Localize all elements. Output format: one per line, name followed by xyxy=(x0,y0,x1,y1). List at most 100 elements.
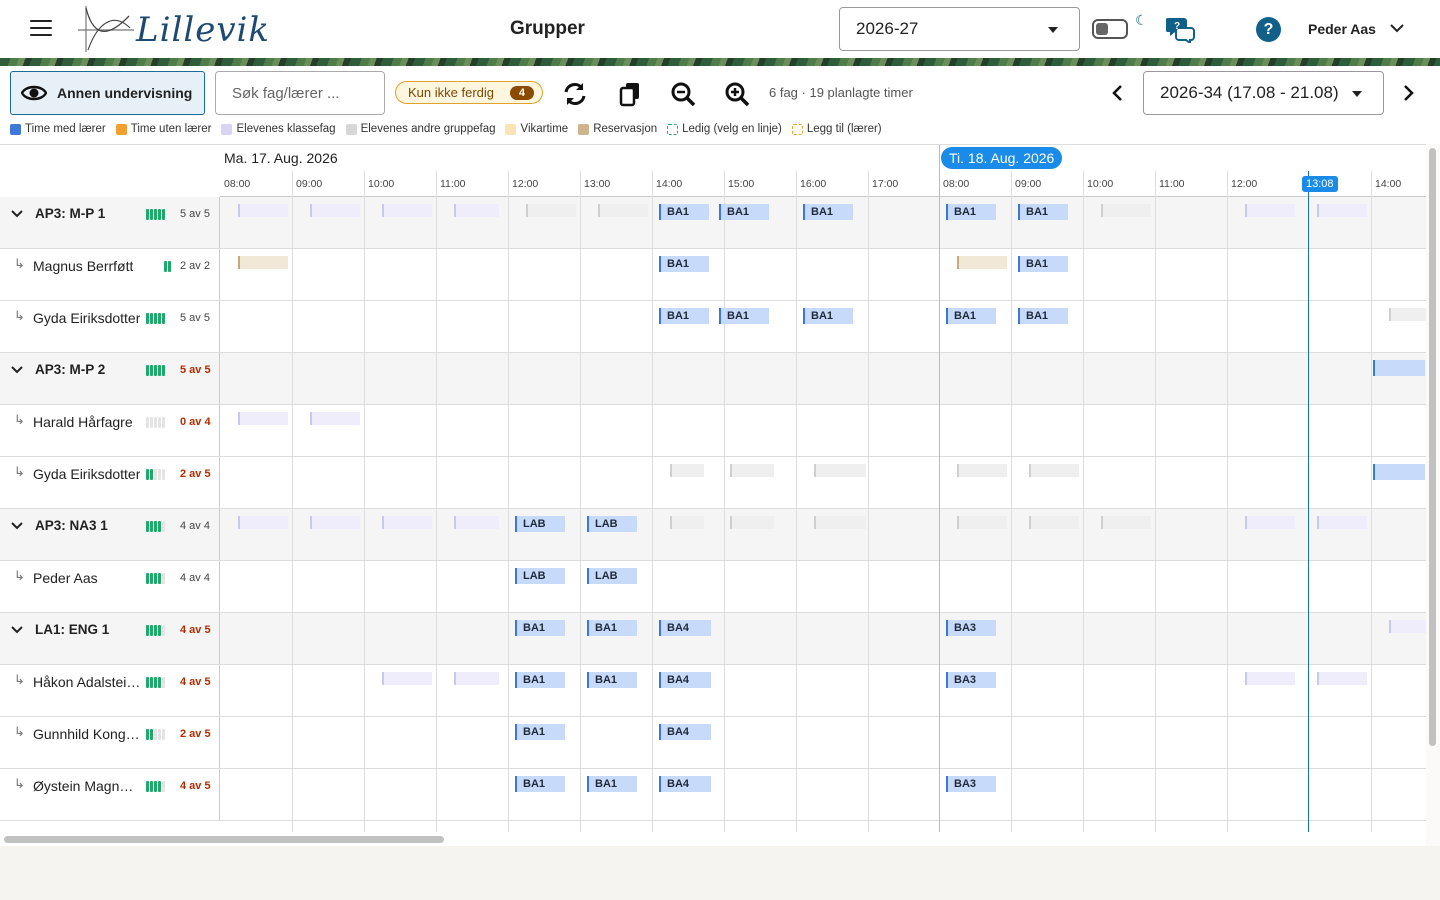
horizontal-scrollbar[interactable] xyxy=(4,836,444,843)
available-slot[interactable] xyxy=(238,412,288,425)
chevron-down-icon[interactable] xyxy=(11,208,23,220)
student-row[interactable]: ↳ Peder Aas 4 av 4 xyxy=(0,561,1426,613)
chevron-down-icon[interactable] xyxy=(11,520,23,532)
group-row[interactable]: AP3: M-P 1 5 av 5 xyxy=(0,197,1426,249)
chat-icon[interactable]: ? xyxy=(1166,15,1196,43)
lesson-block[interactable]: BA1 xyxy=(587,776,637,792)
available-slot[interactable] xyxy=(1389,620,1426,633)
user-name[interactable]: Peder Aas xyxy=(1308,21,1376,37)
chevron-down-icon[interactable] xyxy=(1389,20,1405,36)
lesson-block[interactable]: BA1 xyxy=(659,256,709,272)
lesson-block[interactable]: BA4 xyxy=(659,776,711,792)
available-slot[interactable] xyxy=(310,412,360,425)
available-slot[interactable] xyxy=(382,516,432,529)
student-row[interactable]: ↳ Harald Hårfagre 0 av 4 xyxy=(0,405,1426,457)
week-select[interactable]: 2026-34 (17.08 - 21.08) xyxy=(1143,71,1384,115)
student-row[interactable]: ↳ Magnus Berrføtt 2 av 2 xyxy=(0,249,1426,301)
lesson-block[interactable]: BA4 xyxy=(659,672,711,688)
lesson-block[interactable] xyxy=(1373,464,1425,480)
group-row[interactable]: LA1: ENG 1 4 av 5 xyxy=(0,613,1426,665)
available-slot[interactable] xyxy=(238,256,288,269)
vertical-scrollbar[interactable] xyxy=(1429,148,1436,746)
lesson-block[interactable]: BA1 xyxy=(515,776,565,792)
available-slot[interactable] xyxy=(526,204,576,217)
lesson-block[interactable]: BA1 xyxy=(1018,204,1068,220)
available-slot[interactable] xyxy=(1245,204,1295,217)
chevron-left-icon[interactable] xyxy=(1108,83,1128,103)
available-slot[interactable] xyxy=(598,204,648,217)
lesson-block[interactable]: BA1 xyxy=(587,672,637,688)
lesson-block[interactable]: LAB xyxy=(587,516,637,532)
lesson-block[interactable]: LAB xyxy=(587,568,637,584)
available-slot[interactable] xyxy=(1389,308,1426,321)
available-slot[interactable] xyxy=(1101,204,1151,217)
lesson-block[interactable]: LAB xyxy=(515,568,565,584)
lesson-block[interactable]: BA1 xyxy=(1018,256,1068,272)
lesson-block[interactable]: BA1 xyxy=(515,672,565,688)
lesson-block[interactable]: BA3 xyxy=(946,672,996,688)
copy-icon[interactable] xyxy=(616,80,644,108)
dark-mode-toggle[interactable] xyxy=(1092,19,1128,39)
available-slot[interactable] xyxy=(1317,672,1367,685)
available-slot[interactable] xyxy=(310,516,360,529)
school-logo[interactable]: Lillevik xyxy=(74,2,269,56)
lesson-block[interactable]: LAB xyxy=(515,516,565,532)
lesson-block[interactable]: BA1 xyxy=(659,204,709,220)
other-teaching-button[interactable]: Annen undervisning xyxy=(10,71,205,115)
lesson-block[interactable]: BA1 xyxy=(719,308,769,324)
available-slot[interactable] xyxy=(454,204,499,217)
available-slot[interactable] xyxy=(957,256,1007,269)
available-slot[interactable] xyxy=(814,464,866,477)
lesson-block[interactable]: BA1 xyxy=(515,620,565,636)
chevron-down-icon[interactable] xyxy=(11,624,23,636)
available-slot[interactable] xyxy=(382,204,432,217)
lesson-block[interactable]: BA1 xyxy=(803,308,853,324)
available-slot[interactable] xyxy=(1317,204,1367,217)
available-slot[interactable] xyxy=(1101,516,1151,529)
available-slot[interactable] xyxy=(730,464,774,477)
zoom-in-icon[interactable] xyxy=(723,80,751,108)
lesson-block[interactable]: BA3 xyxy=(946,776,996,792)
lesson-block[interactable]: BA1 xyxy=(1018,308,1068,324)
lesson-block[interactable]: BA1 xyxy=(659,308,709,324)
available-slot[interactable] xyxy=(730,516,774,529)
lesson-block[interactable]: BA4 xyxy=(659,620,711,636)
lesson-block[interactable]: BA4 xyxy=(659,724,711,740)
search-input[interactable] xyxy=(215,71,385,115)
available-slot[interactable] xyxy=(238,204,288,217)
lesson-block[interactable] xyxy=(1373,360,1425,376)
available-slot[interactable] xyxy=(454,672,499,685)
refresh-icon[interactable] xyxy=(561,80,589,108)
available-slot[interactable] xyxy=(957,516,1007,529)
lesson-block[interactable]: BA1 xyxy=(587,620,637,636)
available-slot[interactable] xyxy=(814,516,866,529)
available-slot[interactable] xyxy=(1029,464,1079,477)
chevron-right-icon[interactable] xyxy=(1398,83,1418,103)
available-slot[interactable] xyxy=(310,204,360,217)
available-slot[interactable] xyxy=(1245,516,1295,529)
school-year-select[interactable]: 2026-27 xyxy=(839,7,1080,51)
available-slot[interactable] xyxy=(1245,672,1295,685)
chevron-down-icon[interactable] xyxy=(11,364,23,376)
lesson-block[interactable]: BA1 xyxy=(803,204,853,220)
student-row[interactable]: ↳ Gunnhild Kong… 2 av 5 xyxy=(0,717,1426,769)
help-icon[interactable]: ? xyxy=(1256,17,1281,42)
group-row[interactable]: AP3: NA3 1 4 av 4 xyxy=(0,509,1426,561)
available-slot[interactable] xyxy=(670,464,704,477)
available-slot[interactable] xyxy=(1029,516,1079,529)
group-row[interactable]: AP3: M-P 2 5 av 5 xyxy=(0,353,1426,405)
available-slot[interactable] xyxy=(454,516,499,529)
student-row[interactable]: ↳ Gyda Eiriksdotter 5 av 5 xyxy=(0,301,1426,353)
available-slot[interactable] xyxy=(382,672,432,685)
available-slot[interactable] xyxy=(670,516,704,529)
available-slot[interactable] xyxy=(1317,516,1367,529)
zoom-out-icon[interactable] xyxy=(669,80,697,108)
lesson-block[interactable]: BA1 xyxy=(719,204,769,220)
lesson-block[interactable]: BA1 xyxy=(946,308,996,324)
lesson-block[interactable]: BA3 xyxy=(946,620,996,636)
menu-icon[interactable] xyxy=(30,20,52,36)
available-slot[interactable] xyxy=(238,516,288,529)
student-row[interactable]: ↳ Håkon Adalstei… 4 av 5 xyxy=(0,665,1426,717)
student-row[interactable]: ↳ Gyda Eiriksdotter 2 av 5 xyxy=(0,457,1426,509)
lesson-block[interactable]: BA1 xyxy=(946,204,996,220)
